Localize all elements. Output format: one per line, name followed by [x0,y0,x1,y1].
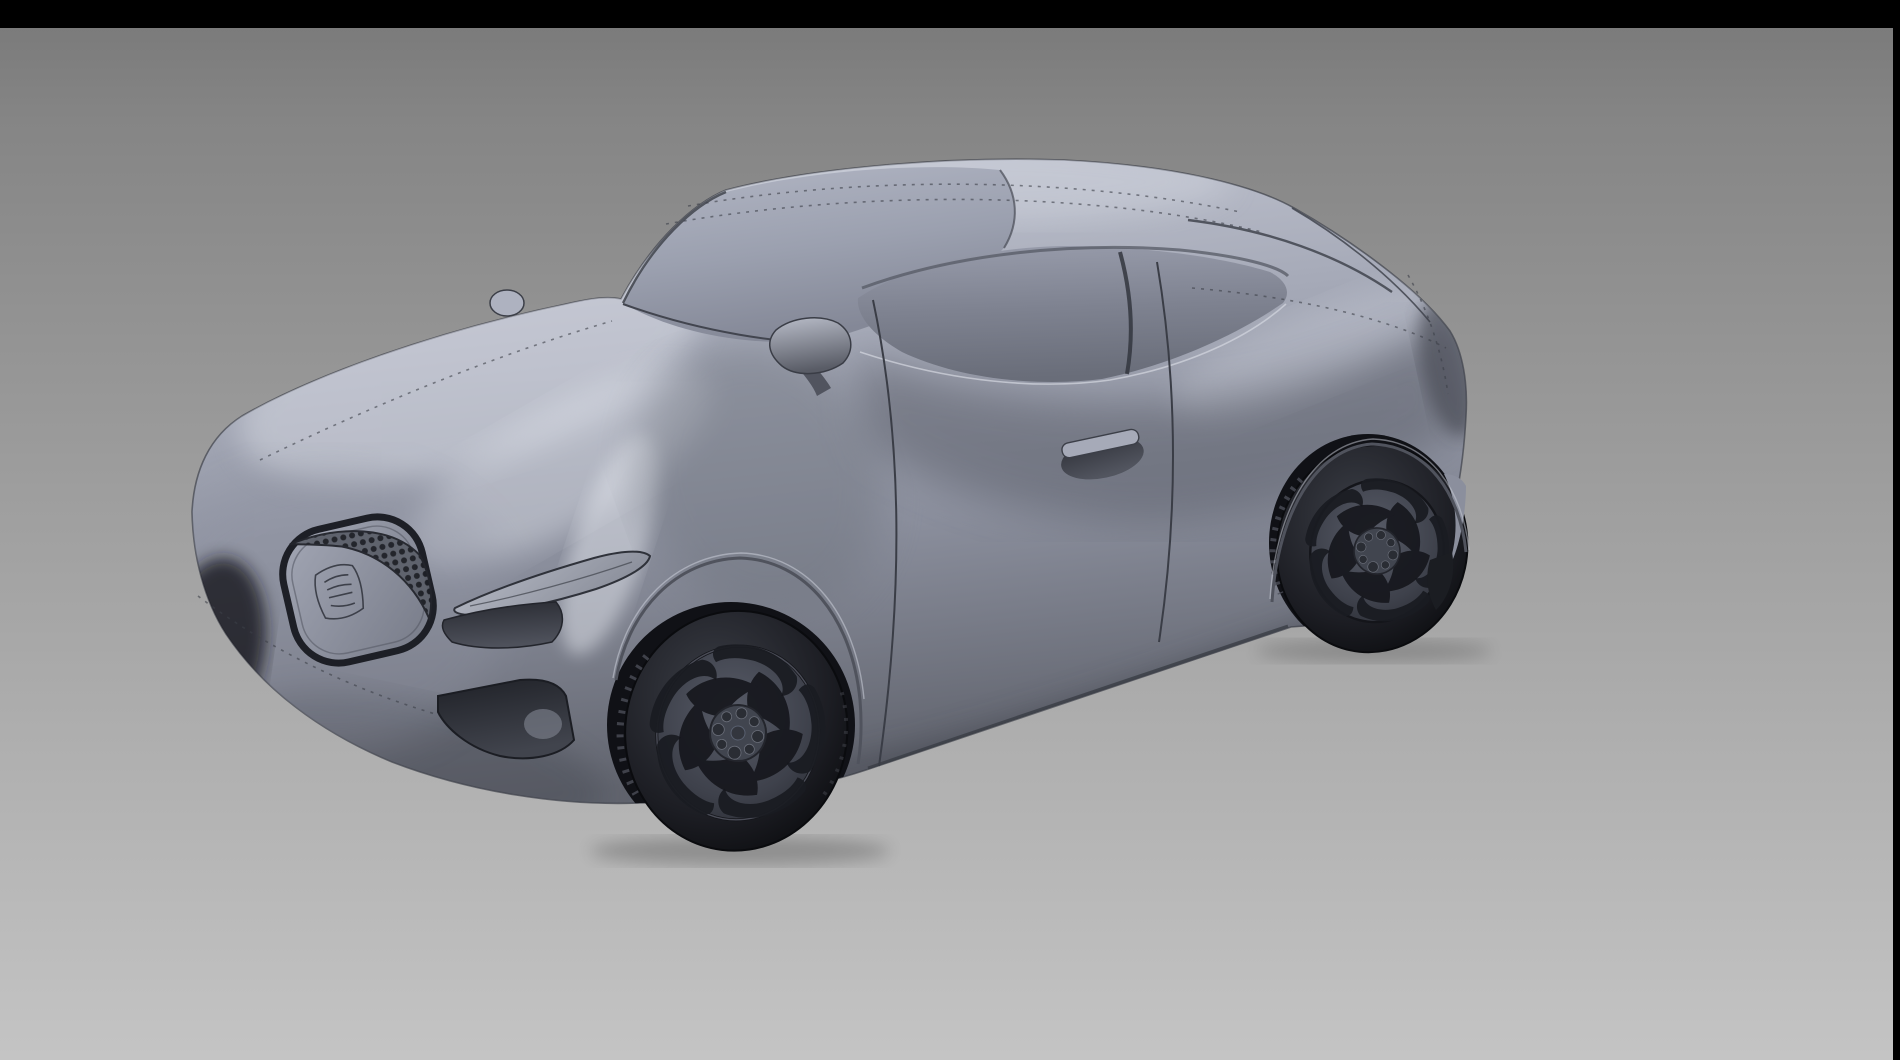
antenna-nub [490,290,524,316]
3d-viewport-canvas: Silver-gray concept hatchback 3D render … [0,0,1900,1060]
car-model [150,140,1488,863]
screen: Silver-gray concept hatchback 3D render … [0,0,1900,1060]
letterbox-right-bar [1893,0,1900,1060]
mirror-head [770,318,851,374]
letterbox-top-bar [0,0,1900,28]
fog-lamp [524,709,562,739]
